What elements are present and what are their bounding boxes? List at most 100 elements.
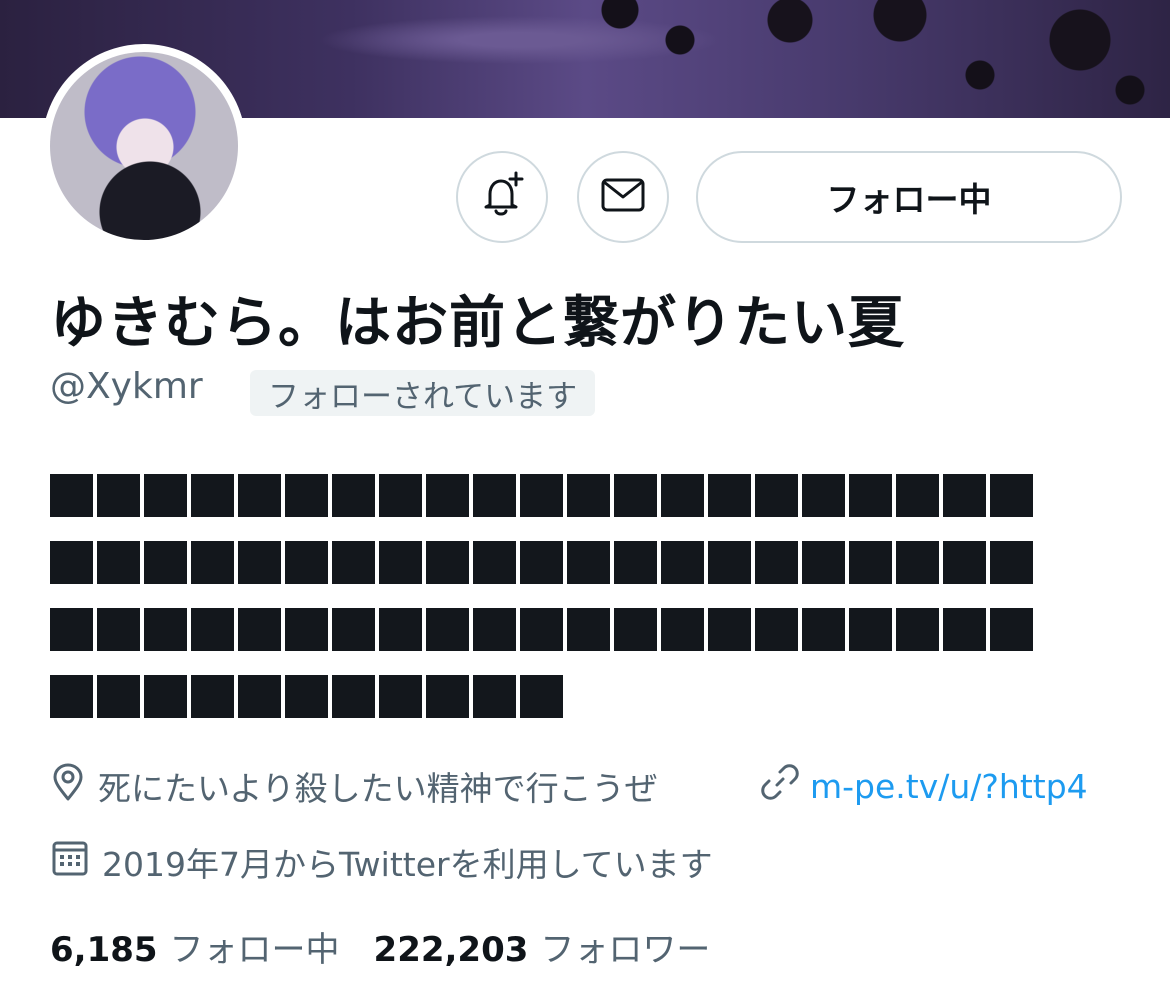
redaction-block <box>50 541 93 584</box>
redaction-block <box>191 541 234 584</box>
redaction-block <box>520 675 563 718</box>
redaction-block <box>943 608 986 651</box>
redaction-block <box>144 675 187 718</box>
message-button[interactable] <box>577 151 669 243</box>
redaction-block <box>708 541 751 584</box>
redaction-block <box>990 541 1033 584</box>
envelope-icon <box>598 170 648 224</box>
redaction-block <box>191 608 234 651</box>
redaction-block <box>614 608 657 651</box>
joined-text: 2019年7月からTwitterを利用しています <box>102 845 713 884</box>
redaction-block <box>473 474 516 517</box>
redaction-block <box>426 541 469 584</box>
redaction-block <box>332 541 375 584</box>
bell-plus-icon <box>476 169 528 225</box>
redaction-block <box>379 675 422 718</box>
redaction-block <box>191 474 234 517</box>
bio-redacted <box>50 474 1080 742</box>
avatar[interactable] <box>42 44 246 248</box>
redaction-block <box>285 675 328 718</box>
redaction-block <box>614 541 657 584</box>
redaction-block <box>755 541 798 584</box>
avatar-image <box>50 52 238 240</box>
following-label[interactable]: フォロー中 <box>170 922 340 971</box>
redaction-block <box>567 608 610 651</box>
redaction-block <box>802 608 845 651</box>
bio-redacted-line <box>50 675 1080 718</box>
bio-redacted-line <box>50 608 1080 651</box>
redaction-block <box>661 608 704 651</box>
redaction-block <box>97 541 140 584</box>
redaction-block <box>990 474 1033 517</box>
redaction-block <box>473 541 516 584</box>
redaction-block <box>285 474 328 517</box>
redaction-block <box>755 474 798 517</box>
redaction-block <box>332 608 375 651</box>
redaction-block <box>708 608 751 651</box>
redaction-block <box>144 474 187 517</box>
follow-stats: 6,185 フォロー中 222,203 フォロワー <box>50 922 744 971</box>
followers-count[interactable]: 222,203 <box>374 930 529 970</box>
redaction-block <box>426 608 469 651</box>
redaction-block <box>144 608 187 651</box>
redaction-block <box>238 608 281 651</box>
redaction-block <box>332 675 375 718</box>
bio-redacted-line <box>50 541 1080 584</box>
redaction-block <box>520 541 563 584</box>
redaction-block <box>802 474 845 517</box>
location-row: 死にたいより殺したい精神で行こうぜ <box>50 762 658 810</box>
calendar-icon <box>50 838 102 886</box>
redaction-block <box>943 541 986 584</box>
redaction-block <box>849 541 892 584</box>
redaction-block <box>285 541 328 584</box>
link-icon <box>760 762 810 810</box>
followers-label[interactable]: フォロワー <box>540 922 710 971</box>
redaction-block <box>896 541 939 584</box>
following-count[interactable]: 6,185 <box>50 930 158 970</box>
redaction-block <box>238 675 281 718</box>
redaction-block <box>661 474 704 517</box>
redaction-block <box>990 608 1033 651</box>
location-text: 死にたいより殺したい精神で行こうぜ <box>98 769 658 808</box>
redaction-block <box>50 675 93 718</box>
redaction-block <box>755 608 798 651</box>
joined-row: 2019年7月からTwitterを利用しています <box>50 838 713 886</box>
redaction-block <box>426 474 469 517</box>
redaction-block <box>379 474 422 517</box>
redaction-block <box>97 474 140 517</box>
redaction-block <box>379 541 422 584</box>
redaction-block <box>285 608 328 651</box>
redaction-block <box>661 541 704 584</box>
redaction-block <box>802 541 845 584</box>
redaction-block <box>567 541 610 584</box>
redaction-block <box>849 608 892 651</box>
follows-you-badge: フォローされています <box>250 370 596 416</box>
profile-url-link[interactable]: m-pe.tv/u/?http4 <box>810 767 1088 806</box>
redaction-block <box>97 675 140 718</box>
redaction-block <box>896 608 939 651</box>
redaction-block <box>520 608 563 651</box>
redaction-block <box>520 474 563 517</box>
redaction-block <box>943 474 986 517</box>
url-row[interactable]: m-pe.tv/u/?http4 <box>760 762 1088 810</box>
redaction-block <box>473 608 516 651</box>
redaction-block <box>473 675 516 718</box>
redaction-block <box>97 608 140 651</box>
redaction-block <box>426 675 469 718</box>
user-handle: @Xykmr <box>50 366 203 407</box>
redaction-block <box>191 675 234 718</box>
following-button[interactable]: フォロー中 <box>696 151 1122 243</box>
redaction-block <box>144 541 187 584</box>
location-pin-icon <box>50 762 98 810</box>
redaction-block <box>849 474 892 517</box>
notifications-button[interactable] <box>456 151 548 243</box>
redaction-block <box>896 474 939 517</box>
redaction-block <box>708 474 751 517</box>
redaction-block <box>332 474 375 517</box>
redaction-block <box>238 541 281 584</box>
redaction-block <box>50 608 93 651</box>
redaction-block <box>614 474 657 517</box>
redaction-block <box>567 474 610 517</box>
redaction-block <box>238 474 281 517</box>
redaction-block <box>379 608 422 651</box>
